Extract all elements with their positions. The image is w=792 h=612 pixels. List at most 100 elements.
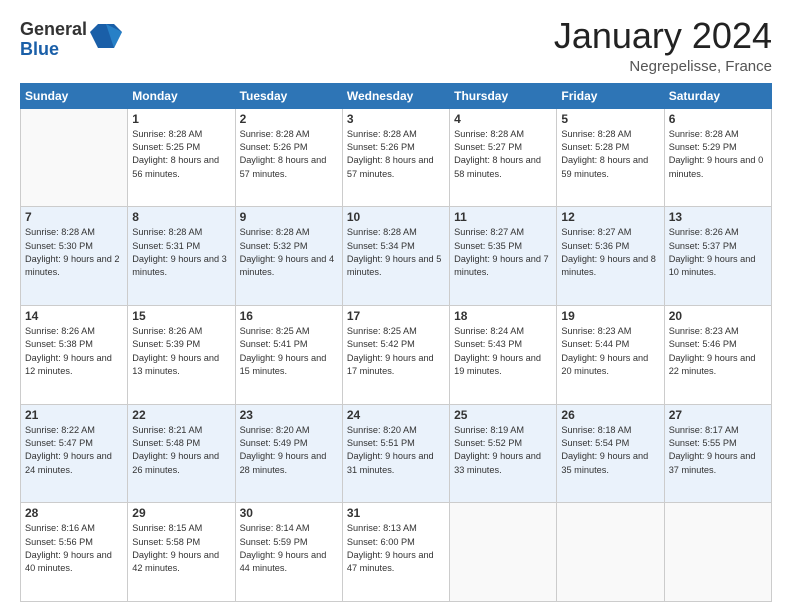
calendar-row: 21Sunrise: 8:22 AMSunset: 5:47 PMDayligh… [21,404,772,503]
table-row: 16 Sunrise: 8:25 AMSunset: 5:41 PMDayligh… [235,305,342,404]
table-row: 2 Sunrise: 8:28 AMSunset: 5:26 PMDaylight… [235,108,342,207]
day-number: 1 [132,112,230,126]
day-info: Sunrise: 8:27 AMSunset: 5:35 PMDaylight:… [454,226,552,279]
day-info: Sunrise: 8:28 AMSunset: 5:26 PMDaylight:… [347,128,445,181]
day-number: 5 [561,112,659,126]
day-info: Sunrise: 8:28 AMSunset: 5:25 PMDaylight:… [132,128,230,181]
day-info: Sunrise: 8:26 AMSunset: 5:39 PMDaylight:… [132,325,230,378]
table-row: 28Sunrise: 8:16 AMSunset: 5:56 PMDayligh… [21,503,128,602]
month-title: January 2024 [554,16,772,56]
table-row: 19 Sunrise: 8:23 AMSunset: 5:44 PMDayligh… [557,305,664,404]
day-number: 17 [347,309,445,323]
day-number: 28 [25,506,123,520]
table-row: 7 Sunrise: 8:28 AMSunset: 5:30 PMDaylight… [21,207,128,306]
day-info: Sunrise: 8:28 AMSunset: 5:29 PMDaylight:… [669,128,767,181]
table-row [21,108,128,207]
day-number: 24 [347,408,445,422]
header-sunday: Sunday [21,83,128,108]
day-info: Sunrise: 8:28 AMSunset: 5:34 PMDaylight:… [347,226,445,279]
table-row [450,503,557,602]
logo: General Blue [20,20,122,60]
day-number: 15 [132,309,230,323]
day-number: 18 [454,309,552,323]
day-number: 19 [561,309,659,323]
day-number: 13 [669,210,767,224]
logo-blue: Blue [20,40,87,60]
day-number: 6 [669,112,767,126]
day-number: 26 [561,408,659,422]
calendar-table: Sunday Monday Tuesday Wednesday Thursday… [20,83,772,602]
day-info: Sunrise: 8:20 AMSunset: 5:51 PMDaylight:… [347,424,445,477]
table-row: 22 Sunrise: 8:21 AMSunset: 5:48 PMDayligh… [128,404,235,503]
day-info: Sunrise: 8:28 AMSunset: 5:30 PMDaylight:… [25,226,123,279]
day-number: 20 [669,309,767,323]
table-row: 26Sunrise: 8:18 AMSunset: 5:54 PMDayligh… [557,404,664,503]
day-number: 27 [669,408,767,422]
calendar-row: 1 Sunrise: 8:28 AMSunset: 5:25 PMDaylight… [21,108,772,207]
day-info: Sunrise: 8:28 AMSunset: 5:27 PMDaylight:… [454,128,552,181]
table-row: 30Sunrise: 8:14 AMSunset: 5:59 PMDayligh… [235,503,342,602]
day-number: 2 [240,112,338,126]
table-row: 13Sunrise: 8:26 AMSunset: 5:37 PMDayligh… [664,207,771,306]
day-number: 14 [25,309,123,323]
table-row: 29 Sunrise: 8:15 AMSunset: 5:58 PMDayligh… [128,503,235,602]
day-number: 12 [561,210,659,224]
table-row: 27Sunrise: 8:17 AMSunset: 5:55 PMDayligh… [664,404,771,503]
day-number: 10 [347,210,445,224]
table-row: 5 Sunrise: 8:28 AMSunset: 5:28 PMDaylight… [557,108,664,207]
day-info: Sunrise: 8:25 AMSunset: 5:41 PMDaylight:… [240,325,338,378]
table-row: 11Sunrise: 8:27 AMSunset: 5:35 PMDayligh… [450,207,557,306]
day-number: 23 [240,408,338,422]
day-info: Sunrise: 8:28 AMSunset: 5:32 PMDaylight:… [240,226,338,279]
table-row: 6 Sunrise: 8:28 AMSunset: 5:29 PMDaylight… [664,108,771,207]
day-number: 16 [240,309,338,323]
table-row: 18Sunrise: 8:24 AMSunset: 5:43 PMDayligh… [450,305,557,404]
table-row: 9 Sunrise: 8:28 AMSunset: 5:32 PMDaylight… [235,207,342,306]
day-info: Sunrise: 8:13 AMSunset: 6:00 PMDaylight:… [347,522,445,575]
day-info: Sunrise: 8:22 AMSunset: 5:47 PMDaylight:… [25,424,123,477]
calendar-row: 7 Sunrise: 8:28 AMSunset: 5:30 PMDaylight… [21,207,772,306]
table-row: 17 Sunrise: 8:25 AMSunset: 5:42 PMDayligh… [342,305,449,404]
day-number: 7 [25,210,123,224]
table-row: 20Sunrise: 8:23 AMSunset: 5:46 PMDayligh… [664,305,771,404]
table-row [664,503,771,602]
day-number: 9 [240,210,338,224]
day-info: Sunrise: 8:23 AMSunset: 5:44 PMDaylight:… [561,325,659,378]
table-row: 23Sunrise: 8:20 AMSunset: 5:49 PMDayligh… [235,404,342,503]
header-wednesday: Wednesday [342,83,449,108]
calendar-row: 14Sunrise: 8:26 AMSunset: 5:38 PMDayligh… [21,305,772,404]
table-row: 15 Sunrise: 8:26 AMSunset: 5:39 PMDayligh… [128,305,235,404]
day-number: 31 [347,506,445,520]
day-info: Sunrise: 8:25 AMSunset: 5:42 PMDaylight:… [347,325,445,378]
day-number: 8 [132,210,230,224]
header: General Blue January 2024 Negrepelisse, … [20,16,772,75]
day-info: Sunrise: 8:21 AMSunset: 5:48 PMDaylight:… [132,424,230,477]
day-info: Sunrise: 8:28 AMSunset: 5:31 PMDaylight:… [132,226,230,279]
table-row: 21Sunrise: 8:22 AMSunset: 5:47 PMDayligh… [21,404,128,503]
day-number: 4 [454,112,552,126]
day-info: Sunrise: 8:15 AMSunset: 5:58 PMDaylight:… [132,522,230,575]
title-area: January 2024 Negrepelisse, France [554,16,772,75]
day-number: 3 [347,112,445,126]
table-row: 3 Sunrise: 8:28 AMSunset: 5:26 PMDaylight… [342,108,449,207]
day-number: 29 [132,506,230,520]
day-info: Sunrise: 8:28 AMSunset: 5:26 PMDaylight:… [240,128,338,181]
table-row [557,503,664,602]
day-info: Sunrise: 8:27 AMSunset: 5:36 PMDaylight:… [561,226,659,279]
header-saturday: Saturday [664,83,771,108]
table-row: 24 Sunrise: 8:20 AMSunset: 5:51 PMDayligh… [342,404,449,503]
table-row: 14Sunrise: 8:26 AMSunset: 5:38 PMDayligh… [21,305,128,404]
table-row: 31 Sunrise: 8:13 AMSunset: 6:00 PMDayligh… [342,503,449,602]
header-friday: Friday [557,83,664,108]
table-row: 25Sunrise: 8:19 AMSunset: 5:52 PMDayligh… [450,404,557,503]
day-number: 30 [240,506,338,520]
logo-general: General [20,20,87,40]
header-monday: Monday [128,83,235,108]
day-info: Sunrise: 8:28 AMSunset: 5:28 PMDaylight:… [561,128,659,181]
location-subtitle: Negrepelisse, France [554,58,772,75]
table-row: 4 Sunrise: 8:28 AMSunset: 5:27 PMDaylight… [450,108,557,207]
day-number: 22 [132,408,230,422]
table-row: 12 Sunrise: 8:27 AMSunset: 5:36 PMDayligh… [557,207,664,306]
table-row: 10 Sunrise: 8:28 AMSunset: 5:34 PMDayligh… [342,207,449,306]
weekday-header-row: Sunday Monday Tuesday Wednesday Thursday… [21,83,772,108]
